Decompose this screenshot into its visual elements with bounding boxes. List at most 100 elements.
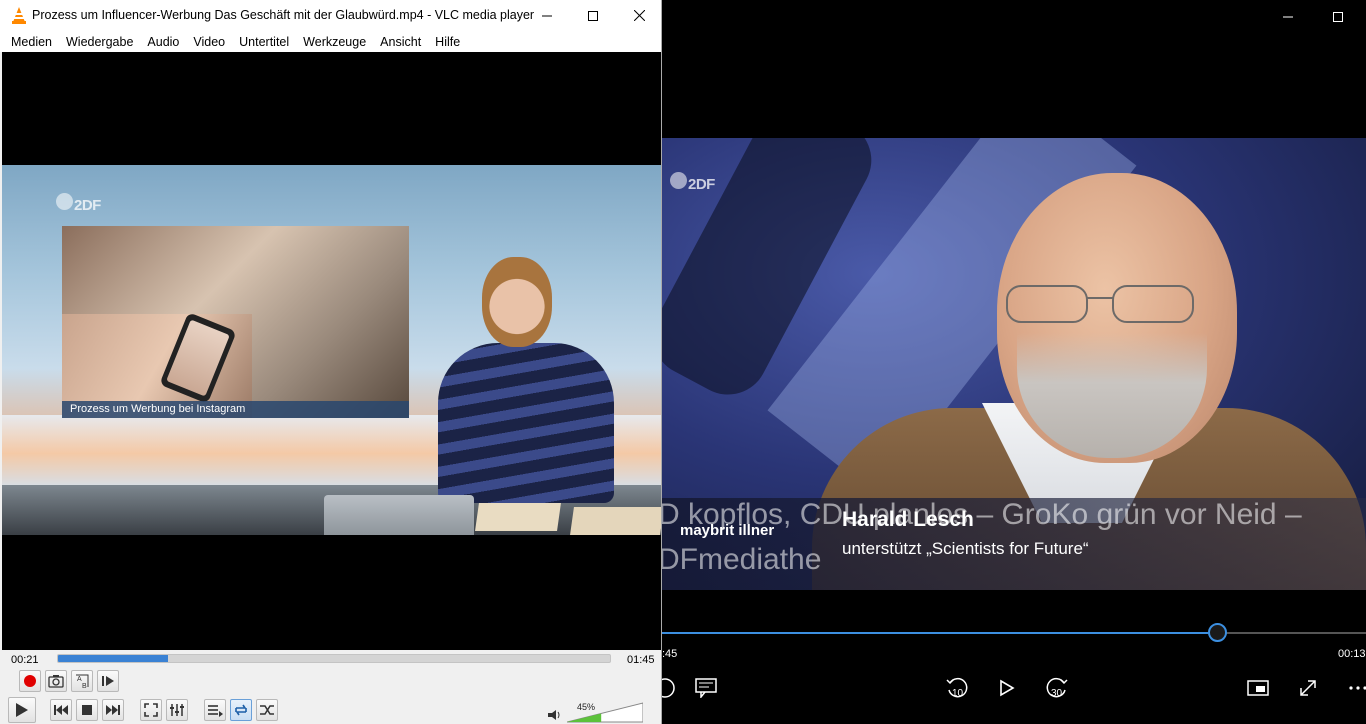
playlist-button[interactable] (204, 699, 226, 721)
channel-logo: 2DF (56, 193, 101, 214)
loop-ab-button[interactable]: AB (71, 670, 93, 692)
media-player-window: 2DF maybrit illner Harald Lesch unterstü… (662, 0, 1366, 724)
maximize-icon (1333, 12, 1343, 22)
svg-text:A: A (77, 676, 82, 683)
record-button[interactable] (19, 670, 41, 692)
random-button[interactable] (256, 699, 278, 721)
video-area[interactable]: 2DF Prozess um Werbung bei Instagram (2, 52, 661, 650)
channel-logo-badge (670, 172, 687, 189)
menu-bar: Medien Wiedergabe Audio Video Untertitel… (0, 31, 661, 52)
next-icon (106, 705, 120, 715)
close-icon (633, 10, 645, 21)
menu-view[interactable]: Ansicht (373, 35, 428, 49)
minimize-button[interactable] (524, 0, 570, 31)
menu-playback[interactable]: Wiedergabe (59, 35, 140, 49)
p2-minimize-button[interactable] (1268, 4, 1308, 30)
vlc-titlebar[interactable]: Prozess um Influencer-Werbung Das Geschä… (0, 0, 661, 31)
p2-elapsed-time: :45 (662, 648, 678, 660)
p2-channel-logo: 2DF (670, 172, 715, 193)
news-anchor-body (438, 343, 614, 503)
total-time: 01:45 (627, 654, 655, 666)
p2-fullscreen-button[interactable] (1293, 673, 1323, 703)
snapshot-button[interactable] (45, 670, 67, 692)
frame-step-button[interactable] (97, 670, 119, 692)
speaker-icon[interactable] (547, 709, 561, 721)
camera-icon (48, 675, 64, 688)
inset-image: Prozess um Werbung bei Instagram (62, 226, 409, 418)
volume-icon (662, 678, 675, 698)
play-icon (16, 703, 28, 717)
loop-ab-icon: AB (76, 674, 89, 689)
p2-subtitles-button[interactable] (691, 673, 721, 703)
menu-audio[interactable]: Audio (140, 35, 186, 49)
volume-control: 45% (545, 700, 645, 724)
minimize-icon (542, 15, 552, 16)
fullscreen-button[interactable] (140, 699, 162, 721)
extended-settings-button[interactable] (166, 699, 188, 721)
skip-back-icon: 10 (946, 677, 968, 699)
loop-icon (235, 704, 247, 716)
p2-maximize-button[interactable] (1318, 4, 1358, 30)
previous-icon (54, 705, 68, 715)
menu-help[interactable]: Hilfe (428, 35, 467, 49)
p2-seek-bar-fill (662, 632, 1219, 634)
news-anchor-head (482, 257, 552, 347)
desktop: Prozess um Influencer-Werbung Das Geschä… (0, 0, 1366, 724)
menu-subtitle[interactable]: Untertitel (232, 35, 296, 49)
p2-skip-forward-button[interactable]: 30 (1042, 673, 1072, 703)
svg-text:B: B (82, 683, 87, 689)
p2-miniview-button[interactable] (1243, 673, 1273, 703)
maximize-icon (588, 10, 598, 21)
p2-seek-bar[interactable] (662, 632, 1366, 634)
more-icon (1349, 686, 1366, 690)
subtitles-icon (695, 678, 717, 698)
volume-slider[interactable] (567, 702, 643, 724)
fullscreen-icon (144, 703, 158, 717)
maximize-button[interactable] (570, 0, 616, 31)
shuffle-icon (260, 705, 274, 715)
close-button[interactable] (616, 0, 661, 31)
skip-forward-icon: 30 (1046, 677, 1068, 699)
guest-glasses (1006, 285, 1194, 323)
video-title-overlay-2: DFmediathe (662, 543, 822, 576)
p2-more-button[interactable] (1343, 673, 1366, 703)
p2-remaining-time: 00:13 (1338, 648, 1366, 660)
seek-bar-fill (58, 655, 169, 662)
controls-panel: 00:21 01:45 AB 45% (0, 650, 661, 724)
inset-caption: Prozess um Werbung bei Instagram (62, 401, 409, 418)
mini-view-icon (1247, 680, 1269, 696)
papers (475, 503, 561, 531)
p2-seek-thumb[interactable] (1208, 623, 1228, 642)
equalizer-icon (170, 704, 184, 716)
previous-button[interactable] (50, 699, 72, 721)
next-button[interactable] (102, 699, 124, 721)
menu-media[interactable]: Medien (4, 35, 59, 49)
play-icon (1000, 679, 1015, 697)
channel-logo-badge (56, 193, 73, 210)
stop-icon (82, 705, 92, 715)
vlc-window: Prozess um Influencer-Werbung Das Geschä… (0, 0, 662, 724)
seek-bar[interactable] (57, 654, 611, 663)
minimize-icon (1283, 16, 1293, 18)
fullscreen-icon (1300, 680, 1316, 696)
smartphone (159, 312, 237, 404)
video-title-overlay: D kopflos, CDU planlos – GroKo grün vor … (662, 498, 1302, 531)
svg-text:10: 10 (952, 688, 964, 699)
p2-play-button[interactable] (992, 673, 1022, 703)
p2-volume-button[interactable] (662, 673, 680, 703)
vlc-cone-icon (12, 7, 26, 24)
window-title: Prozess um Influencer-Werbung Das Geschä… (32, 8, 535, 22)
menu-video[interactable]: Video (186, 35, 232, 49)
record-icon (24, 675, 36, 687)
laptop (324, 495, 474, 535)
p2-skip-back-button[interactable]: 10 (942, 673, 972, 703)
playlist-icon (208, 705, 223, 717)
stop-button[interactable] (76, 699, 98, 721)
loop-button[interactable] (230, 699, 252, 721)
frame-step-icon (102, 676, 114, 686)
play-button[interactable] (8, 697, 36, 723)
menu-tools[interactable]: Werkzeuge (296, 35, 373, 49)
guest-subtitle: unterstützt „Scientists for Future“ (842, 539, 1089, 558)
svg-text:30: 30 (1051, 688, 1063, 699)
papers-2 (570, 507, 661, 535)
